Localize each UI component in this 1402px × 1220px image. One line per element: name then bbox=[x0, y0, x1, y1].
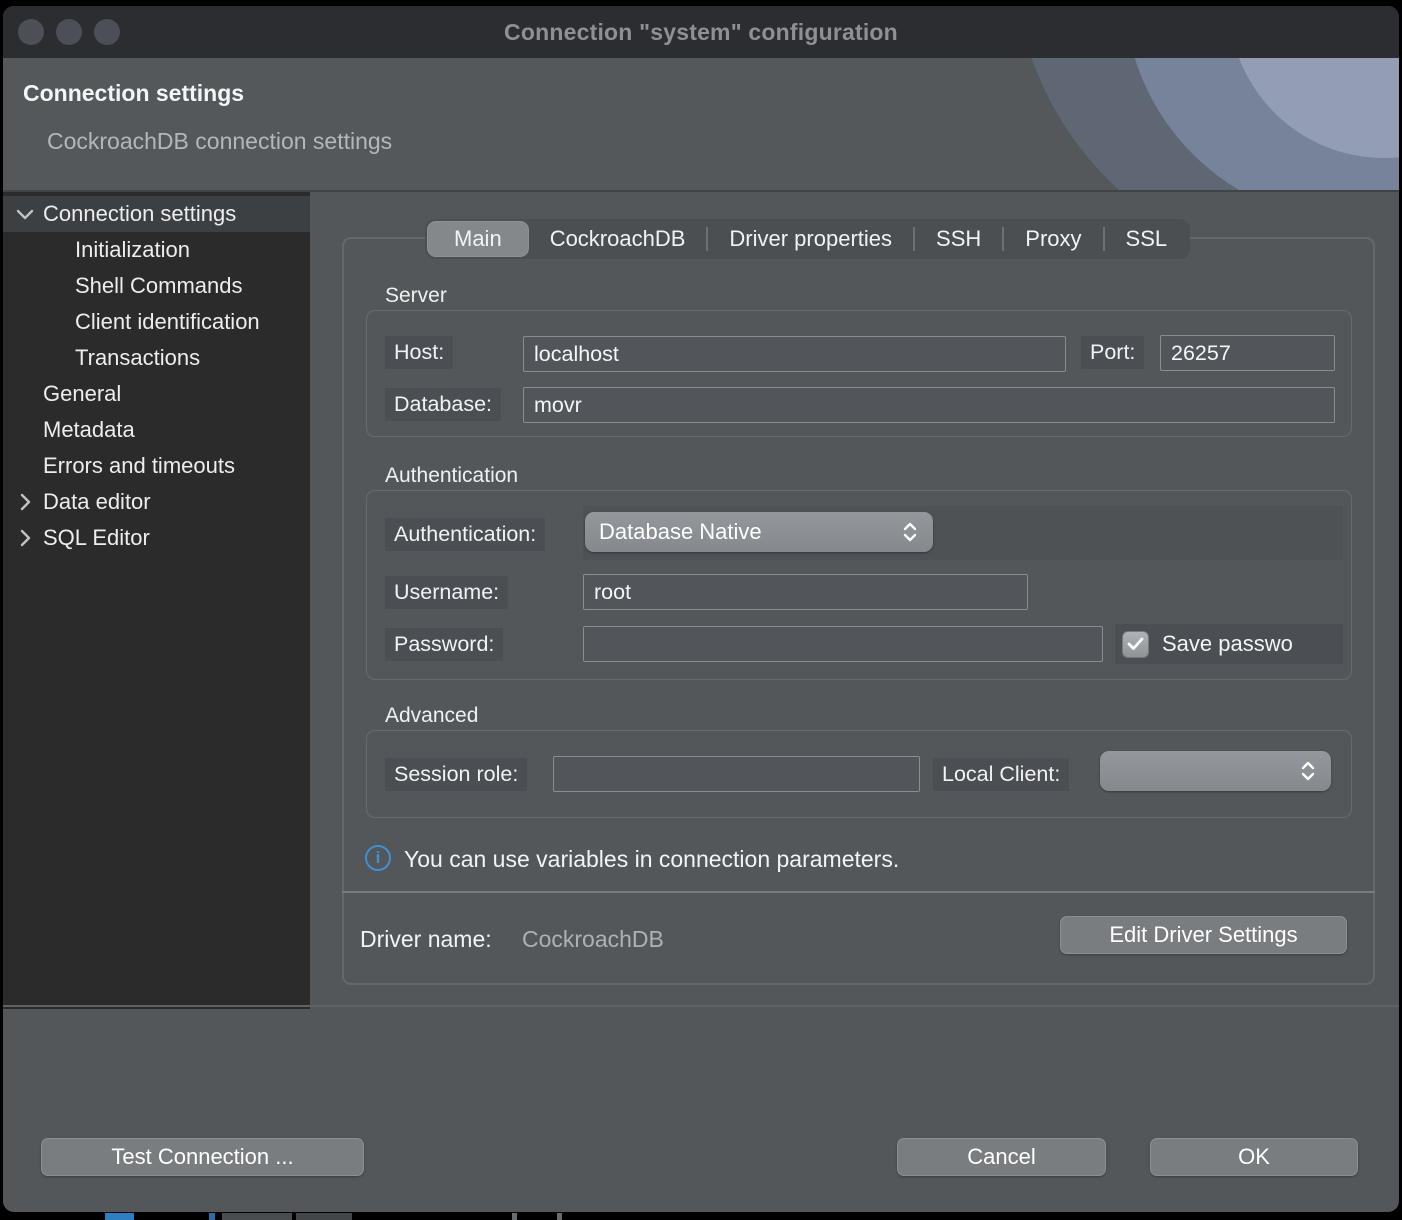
ok-button[interactable]: OK bbox=[1150, 1138, 1358, 1176]
desktop-artifact bbox=[222, 1213, 292, 1220]
page-subtitle: CockroachDB connection settings bbox=[47, 128, 392, 155]
maximize-window-icon[interactable] bbox=[94, 19, 120, 45]
chevron-right-icon[interactable] bbox=[11, 520, 39, 556]
footer-divider bbox=[3, 1005, 1399, 1007]
save-password-row: Save password bbox=[1115, 624, 1343, 664]
port-input[interactable] bbox=[1160, 335, 1335, 371]
password-input[interactable] bbox=[583, 626, 1103, 662]
local-client-label: Local Client: bbox=[933, 758, 1069, 791]
session-role-label: Session role: bbox=[385, 758, 527, 791]
sidebar-item-sql-editor[interactable]: SQL Editor bbox=[3, 520, 310, 556]
authentication-label: Authentication: bbox=[385, 518, 545, 551]
password-label: Password: bbox=[385, 628, 503, 661]
host-label: Host: bbox=[385, 336, 453, 369]
content-divider bbox=[342, 891, 1375, 893]
authentication-group-caption: Authentication bbox=[385, 464, 518, 488]
dialog-window: Connection "system" configuration Connec… bbox=[3, 6, 1399, 1212]
minimize-window-icon[interactable] bbox=[56, 19, 82, 45]
port-label: Port: bbox=[1081, 336, 1144, 369]
sidebar-item-label: Data editor bbox=[43, 489, 151, 515]
username-input[interactable] bbox=[583, 574, 1028, 610]
sidebar-item-label: Initialization bbox=[75, 237, 190, 263]
sidebar-item-label: Metadata bbox=[43, 417, 135, 443]
database-label: Database: bbox=[385, 388, 501, 421]
sidebar-item-label: General bbox=[43, 381, 121, 407]
close-window-icon[interactable] bbox=[18, 19, 44, 45]
sidebar-item-data-editor[interactable]: Data editor bbox=[3, 484, 310, 520]
tab-ssl[interactable]: SSL bbox=[1105, 219, 1189, 259]
title-bar[interactable]: Connection "system" configuration bbox=[3, 6, 1399, 58]
authentication-select[interactable]: Database Native bbox=[585, 512, 933, 552]
page-title: Connection settings bbox=[23, 80, 244, 107]
updown-chevrons-icon bbox=[901, 520, 919, 544]
server-group-caption: Server bbox=[385, 284, 447, 308]
sidebar-item-metadata[interactable]: Metadata bbox=[3, 412, 310, 448]
dialog-header: Connection settings CockroachDB connecti… bbox=[3, 58, 1399, 192]
sidebar-item-label: Connection settings bbox=[43, 201, 236, 227]
sidebar-item-connection-settings[interactable]: Connection settings bbox=[3, 196, 310, 232]
info-text: You can use variables in connection para… bbox=[404, 846, 899, 873]
sidebar-item-label: SQL Editor bbox=[43, 525, 150, 551]
sidebar-item-label: Client identification bbox=[75, 309, 260, 335]
sidebar-item-initialization[interactable]: Initialization bbox=[3, 232, 310, 268]
host-input[interactable] bbox=[523, 336, 1066, 372]
driver-name-label: Driver name: bbox=[360, 926, 492, 953]
driver-name-value: CockroachDB bbox=[522, 926, 664, 953]
sidebar-item-label: Errors and timeouts bbox=[43, 453, 235, 479]
desktop-artifact bbox=[557, 1213, 562, 1220]
sidebar-item-label: Shell Commands bbox=[75, 273, 243, 299]
sidebar-item-shell-commands[interactable]: Shell Commands bbox=[3, 268, 310, 304]
window-title: Connection "system" configuration bbox=[504, 19, 898, 46]
sidebar-item-general[interactable]: General bbox=[3, 376, 310, 412]
test-connection-button[interactable]: Test Connection ... bbox=[41, 1138, 364, 1176]
authentication-selected-value: Database Native bbox=[599, 519, 762, 545]
traffic-lights bbox=[18, 19, 120, 45]
sidebar-item-errors-and-timeouts[interactable]: Errors and timeouts bbox=[3, 448, 310, 484]
desktop-artifacts bbox=[0, 1212, 1402, 1220]
username-label: Username: bbox=[385, 576, 508, 609]
tab-driver-properties[interactable]: Driver properties bbox=[708, 219, 913, 259]
tab-bar: Main CockroachDB Driver properties SSH P… bbox=[425, 219, 1190, 259]
desktop-artifact bbox=[296, 1213, 352, 1220]
tab-main[interactable]: Main bbox=[427, 221, 529, 257]
sidebar-item-client-identification[interactable]: Client identification bbox=[3, 304, 310, 340]
save-password-label: Save password bbox=[1162, 631, 1294, 657]
sidebar-item-label: Transactions bbox=[75, 345, 200, 371]
tab-cockroachdb[interactable]: CockroachDB bbox=[529, 219, 707, 259]
info-icon: i bbox=[365, 845, 391, 871]
tab-proxy[interactable]: Proxy bbox=[1004, 219, 1102, 259]
local-client-select[interactable] bbox=[1100, 751, 1331, 791]
desktop-artifact bbox=[512, 1213, 517, 1220]
updown-chevrons-icon bbox=[1299, 759, 1317, 783]
chevron-right-icon[interactable] bbox=[11, 484, 39, 520]
edit-driver-settings-button[interactable]: Edit Driver Settings bbox=[1060, 916, 1347, 954]
chevron-down-icon[interactable] bbox=[11, 196, 39, 232]
sidebar-item-transactions[interactable]: Transactions bbox=[3, 340, 310, 376]
cancel-button[interactable]: Cancel bbox=[897, 1138, 1106, 1176]
advanced-group-caption: Advanced bbox=[385, 704, 478, 728]
desktop-artifact bbox=[105, 1213, 134, 1220]
database-input[interactable] bbox=[523, 387, 1335, 423]
desktop-artifact bbox=[209, 1213, 215, 1220]
session-role-input[interactable] bbox=[553, 756, 920, 792]
settings-tree: Connection settings Initialization Shell… bbox=[3, 192, 310, 1009]
tab-ssh[interactable]: SSH bbox=[915, 219, 1002, 259]
save-password-checkbox[interactable] bbox=[1122, 631, 1149, 658]
